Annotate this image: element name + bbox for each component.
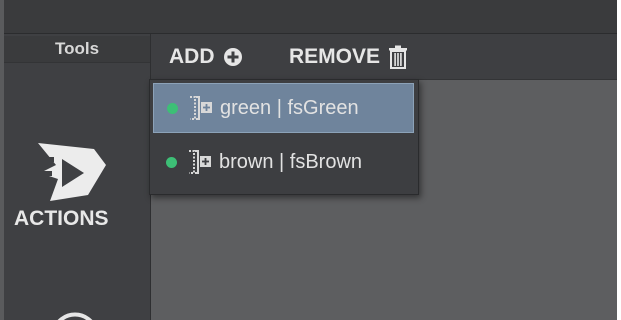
- add-label: ADD: [169, 44, 215, 68]
- actions-icon: [34, 143, 106, 201]
- remove-label: REMOVE: [289, 44, 381, 68]
- add-dropdown-menu: green | fsGreen brown | fsBrown: [149, 79, 419, 195]
- actions-tool-button[interactable]: ACTIONS: [14, 129, 138, 279]
- dropdown-item-brown[interactable]: brown | fsBrown: [153, 137, 414, 187]
- remove-button[interactable]: REMOVE: [289, 34, 408, 79]
- add-resource-icon: [190, 96, 212, 120]
- status-dot: [167, 102, 178, 114]
- window-edge: [617, 0, 621, 320]
- add-button[interactable]: ADD: [169, 34, 243, 79]
- tools-header: Tools: [4, 36, 150, 63]
- actions-label: ACTIONS: [14, 207, 109, 230]
- status-dot: [166, 156, 177, 168]
- app-window: Tools ACTIONS ADD REMOVE green | fsGreen…: [0, 0, 621, 320]
- add-resource-icon: [189, 150, 211, 174]
- top-bar: [4, 0, 617, 34]
- toolbar: ADD REMOVE: [151, 34, 617, 80]
- tools-sidebar: Tools ACTIONS: [4, 34, 151, 320]
- circle-tool-icon[interactable]: [50, 310, 100, 320]
- dropdown-item-label: green | fsGreen: [220, 96, 359, 119]
- dropdown-item-label: brown | fsBrown: [219, 150, 363, 173]
- plus-circle-icon: [223, 47, 242, 66]
- dropdown-item-green[interactable]: green | fsGreen: [153, 83, 414, 133]
- trash-icon: [389, 45, 408, 69]
